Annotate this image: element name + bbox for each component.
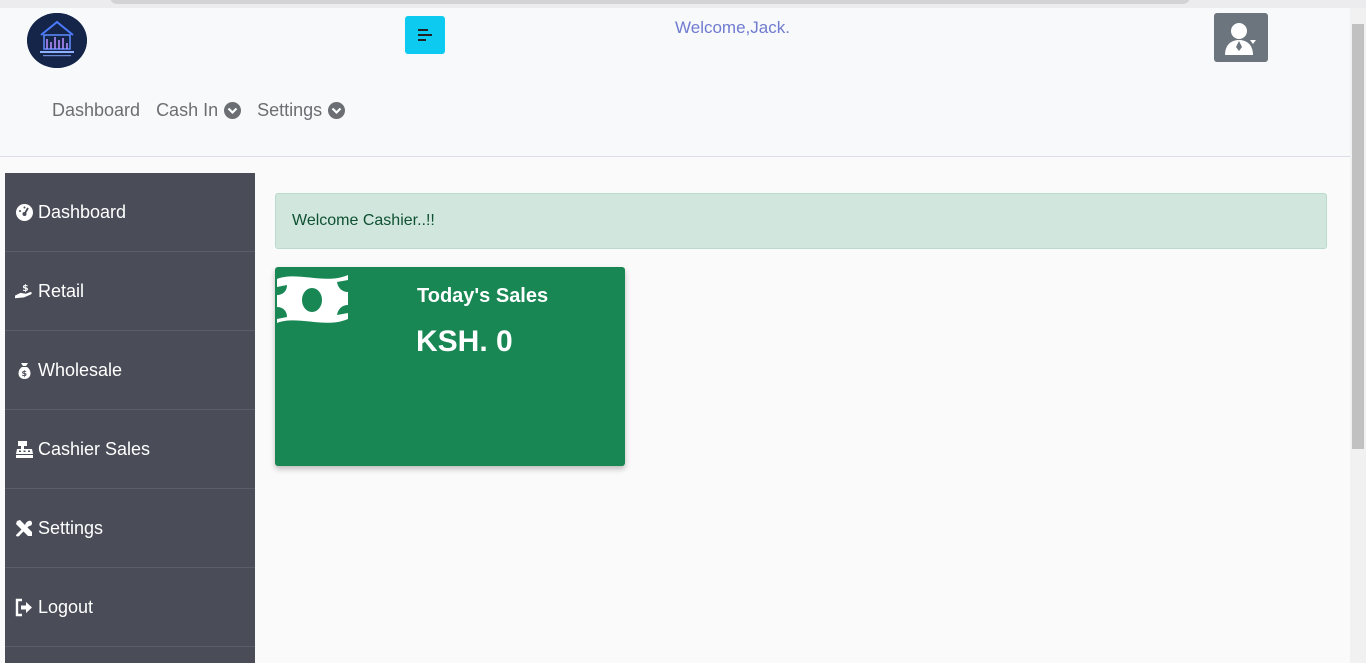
chevron-down-icon — [224, 102, 242, 119]
alert-text: Welcome Cashier..!! — [292, 212, 435, 229]
tools-icon — [15, 519, 34, 538]
cash-register-icon — [15, 440, 34, 459]
brand-logo[interactable] — [27, 13, 87, 68]
sidebar-item-label: Wholesale — [38, 359, 123, 380]
sidebar-item-label: Retail — [38, 280, 85, 301]
sidebar-item-cashier-sales[interactable]: Cashier Sales — [5, 410, 255, 489]
sidebar-item-label: Cashier Sales — [38, 438, 151, 459]
topnav-item-cash-in[interactable]: Cash In — [156, 100, 242, 121]
sidebar-item-wholesale[interactable]: $ Wholesale — [5, 331, 255, 410]
welcome-alert: Welcome Cashier..!! — [275, 193, 1327, 249]
sidebar-item-dashboard[interactable]: Dashboard — [5, 173, 255, 252]
menu-toggle-icon — [418, 29, 432, 41]
top-nav-menu: Dashboard Cash In Settings — [52, 100, 361, 121]
sidebar: Dashboard $ Retail $ Wholesale Cashier S… — [5, 173, 255, 663]
chevron-down-icon — [328, 102, 346, 119]
sidebar-item-label: Dashboard — [38, 201, 127, 222]
user-icon — [1225, 22, 1256, 55]
topnav-item-settings[interactable]: Settings — [257, 100, 346, 121]
sales-amount: KSH. 0 — [416, 325, 513, 358]
sign-out-icon — [15, 598, 34, 617]
user-menu-button[interactable] — [1214, 13, 1268, 62]
sidebar-item-retail[interactable]: $ Retail — [5, 252, 255, 331]
address-bar-edge — [110, 0, 1190, 4]
todays-sales-card: Today's Sales KSH. 0 — [275, 267, 625, 466]
topnav-dashboard-label: Dashboard — [52, 100, 141, 120]
svg-text:$: $ — [22, 284, 28, 294]
sidebar-item-label: Settings — [38, 517, 104, 538]
topnav-settings-label: Settings — [257, 100, 323, 120]
scrollbar-thumb[interactable] — [1352, 24, 1364, 449]
sidebar-item-logout[interactable]: Logout — [5, 568, 255, 647]
svg-text:$: $ — [22, 369, 28, 378]
welcome-message: Welcome,Jack. — [675, 18, 790, 37]
money-bill-icon — [275, 271, 349, 332]
hand-holding-dollar-icon: $ — [15, 282, 34, 301]
sidebar-item-settings[interactable]: Settings — [5, 489, 255, 568]
sidebar-toggle-button[interactable] — [405, 16, 445, 54]
sidebar-item-label: Logout — [38, 596, 94, 617]
topnav-cash-in-label: Cash In — [156, 100, 219, 120]
top-navbar: Welcome,Jack. Dashboard Cash In Settings — [0, 8, 1350, 157]
tachometer-icon — [15, 203, 34, 222]
page-scrollbar[interactable] — [1350, 8, 1366, 663]
money-bag-icon: $ — [15, 361, 34, 380]
topnav-item-dashboard[interactable]: Dashboard — [52, 100, 140, 121]
card-title: Today's Sales — [417, 285, 549, 307]
